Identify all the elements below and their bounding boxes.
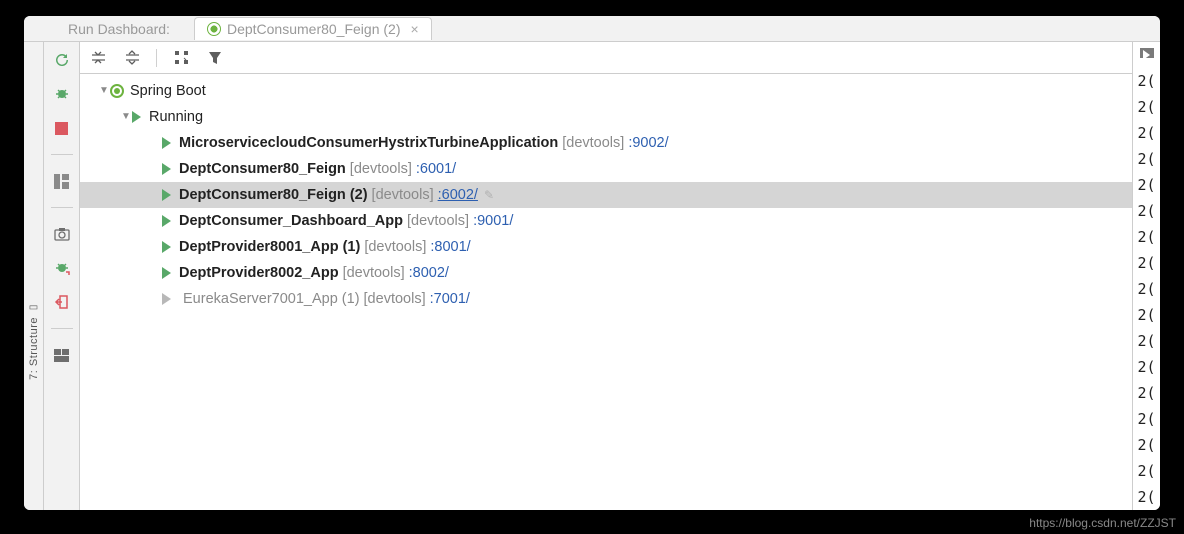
log-line-fragment: 2( — [1137, 484, 1155, 510]
run-dashboard-gutter — [44, 42, 80, 510]
devtools-tag: [devtools] — [364, 234, 426, 260]
run-icon — [162, 241, 171, 253]
log-line-fragment: 2( — [1137, 146, 1155, 172]
config-name: DeptConsumer_Dashboard_App — [179, 208, 403, 234]
group-by-icon[interactable] — [171, 48, 191, 68]
config-name: DeptProvider8002_App — [179, 260, 339, 286]
devtools-tag: [devtools] — [372, 182, 434, 208]
edit-icon[interactable]: ✎ — [484, 182, 494, 208]
log-line-fragment: 2( — [1137, 68, 1155, 94]
tree-root-label: Spring Boot — [130, 78, 206, 104]
log-line-fragment: 2( — [1137, 458, 1155, 484]
watermark: https://blog.csdn.net/ZZJST — [1029, 516, 1176, 530]
spring-boot-icon — [207, 22, 221, 36]
run-icon — [132, 111, 141, 123]
port-link[interactable]: :9002/ — [628, 130, 668, 156]
log-line-fragment: 2( — [1137, 94, 1155, 120]
layout-settings-icon[interactable] — [52, 345, 72, 365]
tab-label: DeptConsumer80_Feign (2) — [227, 21, 401, 37]
config-name: MicroservicecloudConsumerHystrixTurbineA… — [179, 130, 558, 156]
log-line-fragment: 2( — [1137, 354, 1155, 380]
run-icon — [162, 189, 171, 201]
run-icon — [162, 137, 171, 149]
tree-row[interactable]: ▼ Spring Boot — [80, 78, 1132, 104]
log-line-fragment: 2( — [1137, 250, 1155, 276]
port-link[interactable]: :7001/ — [430, 286, 470, 312]
layout-icon[interactable] — [52, 171, 72, 191]
collapse-all-icon[interactable] — [122, 48, 142, 68]
devtools-tag: [devtools] — [350, 156, 412, 182]
port-link[interactable]: :6001/ — [416, 156, 456, 182]
structure-label: 7: Structure — [28, 317, 40, 380]
camera-icon[interactable] — [52, 224, 72, 244]
tree-row[interactable]: DeptProvider8002_App[devtools]:8002/ — [80, 260, 1132, 286]
debug-icon[interactable] — [52, 84, 72, 104]
filter-icon[interactable] — [205, 48, 225, 68]
tree-row[interactable]: DeptConsumer80_Feign[devtools]:6001/ — [80, 156, 1132, 182]
tab-bar: Run Dashboard: DeptConsumer80_Feign (2) … — [24, 16, 1160, 42]
close-icon[interactable]: × — [410, 21, 418, 37]
log-line-fragment: 2( — [1137, 302, 1155, 328]
expand-toggle-icon[interactable]: ▼ — [98, 78, 110, 104]
devtools-tag: [devtools] — [562, 130, 624, 156]
log-line-fragment: 2( — [1137, 432, 1155, 458]
rerun-debug-icon[interactable] — [52, 258, 72, 278]
tree-row[interactable]: DeptConsumer80_Feign (2)[devtools]:6002/… — [80, 182, 1132, 208]
config-name: DeptConsumer80_Feign (2) — [179, 182, 368, 208]
run-icon — [162, 163, 171, 175]
run-config-tab[interactable]: DeptConsumer80_Feign (2) × — [194, 17, 432, 40]
tree-row[interactable]: DeptProvider8001_App (1)[devtools]:8001/ — [80, 234, 1132, 260]
structure-tool-window-button[interactable]: ▭ 7: Structure — [24, 42, 44, 510]
console-panel-edge: 2(2(2(2(2(2(2(2(2(2(2(2(2(2(2(2(2( — [1132, 42, 1160, 510]
config-name: DeptProvider8001_App (1) — [179, 234, 360, 260]
tree-row[interactable]: ▼ Running — [80, 104, 1132, 130]
log-line-fragment: 2( — [1137, 406, 1155, 432]
log-line-fragment: 2( — [1137, 224, 1155, 250]
config-name: DeptConsumer80_Feign — [179, 156, 346, 182]
ide-window: Run Dashboard: DeptConsumer80_Feign (2) … — [24, 16, 1160, 510]
tree-row[interactable]: EurekaServer7001_App (1)[devtools]:7001/ — [80, 286, 1132, 312]
port-link[interactable]: :8002/ — [409, 260, 449, 286]
expand-all-icon[interactable] — [88, 48, 108, 68]
stop-icon[interactable] — [52, 118, 72, 138]
log-line-fragment: 2( — [1137, 198, 1155, 224]
rerun-icon[interactable] — [52, 50, 72, 70]
running-group-label: Running — [149, 104, 203, 130]
run-configurations-tree[interactable]: ▼ Spring Boot▼ RunningMicroservicecloudC… — [80, 74, 1132, 510]
port-link[interactable]: :8001/ — [430, 234, 470, 260]
log-line-fragment: 2( — [1137, 172, 1155, 198]
devtools-tag: [devtools] — [407, 208, 469, 234]
tree-toolbar — [80, 42, 1132, 74]
devtools-tag: [devtools] — [364, 286, 426, 312]
log-line-fragment: 2( — [1137, 120, 1155, 146]
log-line-fragment: 2( — [1137, 276, 1155, 302]
run-icon — [162, 215, 171, 227]
log-line-fragment: 2( — [1137, 328, 1155, 354]
port-link[interactable]: :9001/ — [473, 208, 513, 234]
spring-boot-icon — [110, 84, 124, 98]
tree-row[interactable]: MicroservicecloudConsumerHystrixTurbineA… — [80, 130, 1132, 156]
scroll-to-end-icon[interactable] — [1140, 48, 1154, 58]
config-name: EurekaServer7001_App (1) — [183, 286, 360, 312]
exit-icon[interactable] — [52, 292, 72, 312]
log-line-fragment: 2( — [1137, 380, 1155, 406]
tree-row[interactable]: DeptConsumer_Dashboard_App[devtools]:900… — [80, 208, 1132, 234]
expand-toggle-icon[interactable]: ▼ — [120, 104, 132, 130]
devtools-tag: [devtools] — [343, 260, 405, 286]
run-icon — [162, 267, 171, 279]
port-link[interactable]: :6002/ — [438, 182, 478, 208]
dashboard-title: Run Dashboard: — [68, 21, 170, 37]
run-icon — [162, 293, 171, 305]
